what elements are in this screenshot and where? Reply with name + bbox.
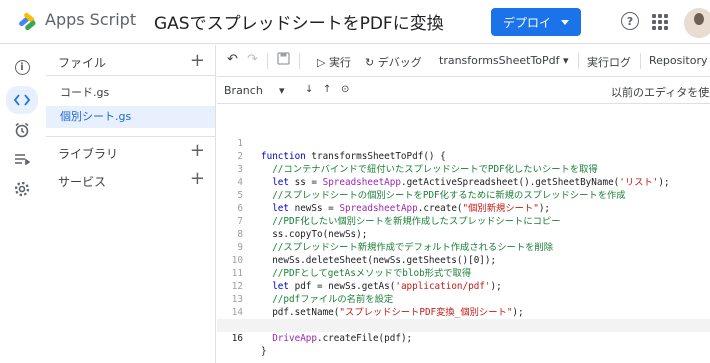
file-sidebar: ファイル + コード.gs 個別シート.gs ライブラリ + サービス +: [46, 45, 216, 363]
code-line: 13 pdf.setName("スプレッドシートPDF変換_個別シート");: [231, 294, 524, 318]
apps-grid-icon[interactable]: [652, 14, 668, 30]
branch-label[interactable]: Branch: [224, 84, 263, 97]
caret-down-icon: [561, 19, 569, 25]
undo-icon[interactable]: ↶: [227, 52, 238, 67]
add-file-plus-icon[interactable]: +: [190, 52, 205, 70]
run-label: 実行: [328, 56, 351, 69]
libraries-heading[interactable]: ライブラリ: [58, 145, 118, 162]
file-item-individual-sheet[interactable]: 個別シート.gs: [46, 106, 215, 128]
repository-button[interactable]: Repository: [649, 54, 708, 67]
save-icon[interactable]: [277, 52, 290, 68]
run-button[interactable]: ▷ 実行: [317, 54, 351, 70]
divider: [578, 53, 579, 69]
debug-icon: ↻: [365, 56, 375, 69]
code-line: 10 //PDFとしてgetAsメソッドでblob形式で取得: [231, 255, 472, 279]
divider: [46, 75, 215, 76]
arrow-down-icon[interactable]: ↓: [305, 84, 313, 95]
project-title[interactable]: GASでスプレッドシートをPDFに変換: [154, 9, 444, 34]
executions-list-icon[interactable]: [8, 147, 36, 171]
execution-log-button[interactable]: 実行ログ: [587, 54, 631, 70]
code-line: 12 //pdfファイルの名前を設定: [231, 281, 394, 305]
code-line: 16 }: [217, 319, 710, 357]
use-previous-editor-link[interactable]: 以前のエディタを使用: [611, 84, 710, 100]
caret-down-icon[interactable]: ▾: [279, 84, 285, 97]
overview-info-icon[interactable]: i: [8, 55, 36, 79]
deploy-button-label: デプロイ: [502, 15, 551, 30]
file-item-code[interactable]: コード.gs: [46, 82, 215, 104]
deploy-button[interactable]: デプロイ: [491, 8, 581, 36]
divider: [46, 136, 215, 137]
function-name: transformsSheetToPdf: [439, 54, 560, 67]
debug-button[interactable]: ↻ デバッグ: [365, 54, 422, 70]
add-library-plus-icon[interactable]: +: [190, 142, 205, 160]
code-line: 1 function transformsSheetToPdf() {: [237, 138, 446, 162]
code-line: 14 //Googleドライブに PDFに変換したデータを保存: [231, 307, 488, 331]
services-heading[interactable]: サービス: [58, 173, 106, 190]
code-line: 8 //スプレッドシート新規作成でデフォルト作成されるシートを削除: [237, 229, 554, 253]
code-line: 3 let ss = SpreadsheetApp.getActiveSprea…: [237, 164, 670, 188]
debug-label: デバッグ: [377, 56, 422, 69]
divider: [299, 53, 300, 69]
code-line: 11 let pdf = newSs.getAs('application/pd…: [231, 268, 502, 292]
add-service-plus-icon[interactable]: +: [190, 170, 205, 188]
editor-toolbar: ↶ ↷ ▷ 実行 ↻ デバッグ transformsSheetToPdf ▾ 実…: [217, 45, 710, 77]
code-editor[interactable]: 1 function transformsSheetToPdf() { 2 //…: [217, 105, 710, 363]
code-line: 4 //スプレッドシートの個別シートをPDF化するために新規のスプレッドシートを…: [237, 177, 626, 201]
code-line: 5 let newSs = SpreadsheetApp.create("個別新…: [237, 190, 551, 214]
redo-icon[interactable]: ↷: [247, 52, 258, 67]
settings-gear-icon[interactable]: [8, 177, 36, 201]
branch-bar: Branch ▾ ↓ ↑ ⊙ 以前のエディタを使用: [217, 78, 710, 104]
commit-icon[interactable]: ⊙: [341, 84, 349, 95]
triggers-alarm-icon[interactable]: [8, 118, 36, 142]
code-line: 7 ss.copyTo(newSs);: [237, 216, 368, 240]
code-line: 2 //コンテナバインドで紐付いたスプレッドシートでPDF化したいシートを取得: [237, 151, 598, 175]
play-icon: ▷: [317, 56, 326, 69]
help-icon[interactable]: ?: [621, 12, 639, 30]
avatar[interactable]: [684, 8, 710, 38]
code-line: 6 //PDF化したい個別シートを新規作成したスプレッドシートにコピー: [237, 203, 561, 227]
code-line: 9 newSs.deleteSheet(newSs.getSheets()[0]…: [237, 242, 497, 266]
left-rail: i: [0, 45, 46, 363]
divider: [640, 53, 641, 69]
function-select[interactable]: transformsSheetToPdf ▾: [439, 54, 569, 67]
app-name[interactable]: Apps Script: [45, 10, 136, 29]
files-heading: ファイル: [58, 56, 107, 70]
arrow-up-icon[interactable]: ↑: [323, 84, 331, 95]
editor-code-icon[interactable]: [6, 86, 38, 114]
top-bar: Apps Script GASでスプレッドシートをPDFに変換 デプロイ ?: [0, 0, 710, 44]
caret-down-icon: ▾: [563, 54, 569, 67]
divider: [267, 53, 268, 69]
apps-script-logo-icon[interactable]: [16, 12, 38, 32]
code-line: 15 DriveApp.createFile(pdf);: [232, 320, 413, 344]
